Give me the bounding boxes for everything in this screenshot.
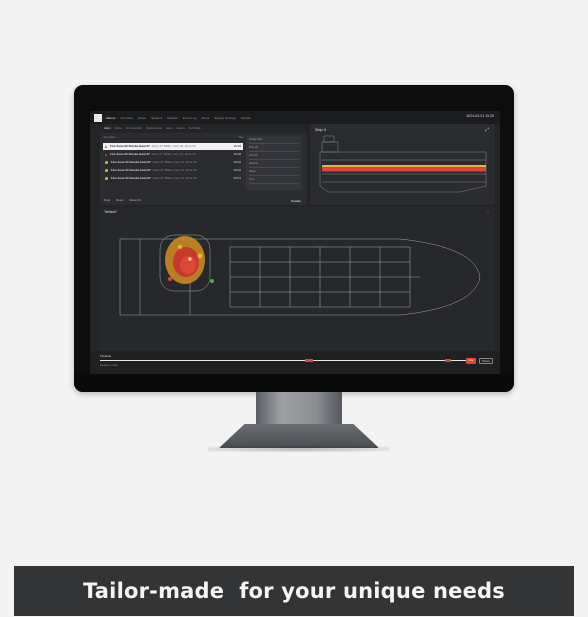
monitor-chin	[74, 372, 514, 392]
alarm-tabs: Alarm Active Fire Detection Disablements…	[104, 127, 201, 130]
tab-active[interactable]: Active	[115, 127, 122, 130]
tab-events[interactable]: Events	[177, 127, 185, 130]
main-nav: Alarms Overview Zones Sensors Devices Ev…	[106, 116, 251, 120]
ship-profile-panel: Ship X ⤢	[310, 124, 495, 205]
nav-item-overview[interactable]: Overview	[120, 116, 133, 120]
deck-plan-drawing	[119, 234, 481, 316]
deck-plan-panel: "default" ⋮	[100, 207, 495, 367]
alarm-title: Fire Zone 20 Smoke Heat 27	[111, 168, 151, 173]
alarm-subtitle: Zone 27 FIRE, Loop 16, Zone 20	[152, 160, 197, 165]
detail-field: Loop 16	[249, 154, 299, 160]
warning-dot-icon	[105, 160, 108, 164]
alarm-title: Fire Zone 20 Smoke Heat 27	[110, 152, 150, 157]
reset-button[interactable]: Reset	[116, 198, 123, 202]
timeline-event-marker[interactable]	[445, 359, 451, 362]
alarm-header-right: Time	[238, 136, 244, 139]
nav-item-sensors[interactable]: Sensors	[151, 116, 162, 120]
nav-item-zones[interactable]: Zones	[138, 116, 146, 120]
reset-all-button[interactable]: Reset All	[130, 198, 141, 202]
alarm-subtitle: Zone 27 FIRE, Loop 16, Zone 20	[151, 152, 196, 157]
alarm-panel: Alarm Active Fire Detection Disablements…	[100, 127, 307, 205]
app-logo	[94, 113, 102, 122]
alarm-title: Fire Zone 20 Smoke Heat 27	[110, 144, 150, 149]
monitor-stand-base	[219, 424, 379, 448]
top-bar: Alarms Overview Zones Sensors Devices Ev…	[90, 111, 500, 124]
detail-field: Detector	[249, 162, 299, 168]
warning-dot-icon	[105, 176, 108, 180]
timeline-label: Timeline	[100, 354, 112, 358]
alarm-subtitle: Zone 27 FIRE, Loop 16, Zone 20	[152, 168, 197, 173]
nav-item-alarms[interactable]: Alarms	[106, 116, 115, 120]
alarm-triangle-icon	[105, 152, 107, 156]
monitor-screen: Alarms Overview Zones Sensors Devices Ev…	[90, 111, 500, 374]
stand-shadow	[208, 446, 390, 452]
detail-field: Smoke Heat	[249, 138, 299, 144]
nav-item-event-log[interactable]: Event Log	[183, 116, 197, 120]
alarm-title: Fire Zone 20 Smoke Heat 27	[111, 176, 151, 181]
detail-field: Status	[249, 170, 299, 176]
tab-faults[interactable]: Faults	[166, 127, 173, 130]
alarm-title: Fire Zone 20 Smoke Heat 27	[111, 160, 151, 165]
history-button[interactable]: History	[479, 357, 493, 364]
mute-button[interactable]: Mute	[104, 198, 110, 202]
monitor-stand-neck	[256, 392, 342, 428]
alarm-actions: Mute Reset Reset All	[104, 198, 141, 202]
alarm-row[interactable]: Fire Zone 20 Smoke Heat 27 Zone 27 FIRE,…	[103, 159, 243, 166]
alarm-triangle-icon	[105, 144, 107, 148]
alarm-row[interactable]: Fire Zone 20 Smoke Heat 27 Zone 27 FIRE,…	[103, 175, 243, 182]
alarm-header-left: Fire Alarm	[104, 136, 116, 139]
alarm-detail-panel: Smoke Heat Zone 20 Loop 16 Detector Stat…	[246, 136, 302, 190]
tab-disablements[interactable]: Disablements	[146, 127, 162, 130]
disable-button[interactable]: Disable	[291, 199, 301, 203]
nav-item-system-settings[interactable]: System Settings	[214, 116, 236, 120]
timeline-track[interactable]	[100, 360, 470, 362]
timeline-event-marker[interactable]	[305, 359, 313, 362]
alarm-time: 15:02	[233, 160, 241, 165]
alarm-time: 15:01	[233, 176, 241, 181]
nav-item-service[interactable]: Service	[241, 116, 251, 120]
alarm-time: 15:02	[233, 168, 241, 173]
timeline-mode: Realtime mode	[100, 364, 118, 367]
live-button[interactable]: Live	[466, 357, 476, 364]
warning-dot-icon	[105, 168, 108, 172]
caption-banner: Tailor-made for your unique needs	[14, 566, 574, 616]
tab-test-mode[interactable]: Test Mode	[189, 127, 201, 130]
tab-fire-detection[interactable]: Fire Detection	[126, 127, 142, 130]
alarm-subtitle: Zone 27 FIRE, Loop 16, Zone 20	[152, 176, 197, 181]
alarm-list-header: Fire Alarm Time	[104, 136, 244, 141]
alarm-list: Fire Zone 20 Smoke Heat 27 Zone 27 FIRE,…	[103, 143, 243, 183]
detail-field: Time	[249, 178, 299, 184]
alarm-time: 15:29	[233, 144, 241, 149]
alarm-row[interactable]: Fire Zone 20 Smoke Heat 27 Zone 27 FIRE,…	[103, 151, 243, 158]
ship-profile-drawing	[319, 135, 487, 193]
tab-alarm[interactable]: Alarm	[104, 127, 111, 130]
alarm-row[interactable]: Fire Zone 20 Smoke Heat 27 Zone 27 FIRE,…	[103, 143, 243, 150]
detail-field: Zone 20	[249, 146, 299, 152]
current-datetime: 2024-03-01 15:29	[466, 114, 494, 118]
timeline-bar: Timeline Realtime mode Live History	[90, 351, 500, 374]
nav-item-about[interactable]: About	[201, 116, 209, 120]
nav-item-devices[interactable]: Devices	[167, 116, 178, 120]
alarm-subtitle: Zone 27 FIRE, Loop 16, Zone 20	[151, 144, 196, 149]
alarm-row[interactable]: Fire Zone 20 Smoke Heat 27 Zone 27 FIRE,…	[103, 167, 243, 174]
alarm-time: 15:28	[233, 152, 241, 157]
